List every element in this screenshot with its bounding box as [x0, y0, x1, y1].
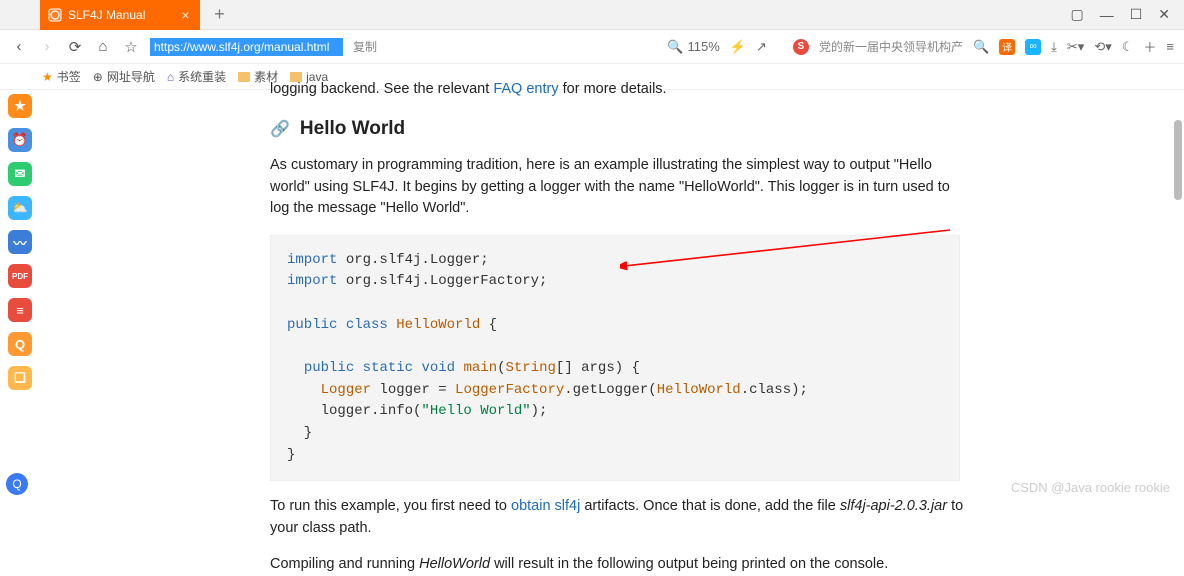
run-example-paragraph: To run this example, you first need to o… — [270, 496, 970, 540]
search-suggest-text[interactable]: 党的新一届中央领导机构产 — [819, 38, 963, 55]
hello-world-paragraph: As customary in programming tradition, h… — [270, 155, 970, 220]
sidebar-icon-6[interactable]: PDF — [8, 264, 32, 288]
share-icon[interactable]: ↗ — [756, 39, 767, 55]
page-content: logging backend. See the relevant FAQ en… — [40, 64, 1164, 501]
tab-close-icon[interactable]: × — [181, 7, 189, 23]
address-bar-input[interactable]: https://www.slf4j.org/manual.html — [150, 38, 343, 56]
copy-url-button[interactable]: 复制 — [349, 38, 377, 55]
main-menu-icon[interactable]: ≡ — [1166, 39, 1174, 54]
home-icon[interactable]: ⌂ — [94, 38, 112, 55]
tab-favicon — [48, 8, 62, 22]
undo-icon[interactable]: ⟲▾ — [1094, 39, 1111, 55]
nav-back-icon[interactable]: ‹ — [10, 38, 28, 55]
sidebar-icon-4[interactable]: ⛅ — [8, 196, 32, 220]
search-glass-icon[interactable]: 🔍 — [973, 39, 989, 55]
infinity-icon[interactable]: ∞ — [1025, 39, 1041, 55]
csdn-watermark: CSDN @Java rookie rookie — [1011, 480, 1170, 495]
window-maximize-icon[interactable]: ☐ — [1130, 6, 1143, 23]
assistant-bubble-icon[interactable]: Q — [6, 473, 28, 495]
sidebar-icon-8[interactable]: Q — [8, 332, 32, 356]
add-icon[interactable]: ＋ — [1143, 37, 1156, 56]
nav-forward-icon: › — [38, 38, 56, 55]
compile-run-paragraph: Compiling and running HelloWorld will re… — [270, 554, 970, 576]
reload-icon[interactable]: ⟳ — [66, 38, 84, 56]
sidebar-icon-3[interactable]: ✉ — [8, 162, 32, 186]
code-example: import org.slf4j.Logger; import org.slf4… — [270, 235, 960, 482]
sidebar-icon-9[interactable]: ❏ — [8, 366, 32, 390]
obtain-slf4j-link[interactable]: obtain slf4j — [511, 498, 580, 514]
zoom-level: 115% — [688, 39, 720, 54]
browser-tab[interactable]: SLF4J Manual × — [40, 0, 200, 30]
zoom-search-icon[interactable]: 🔍 — [667, 39, 683, 55]
download-icon[interactable]: ⤓ — [1051, 39, 1057, 55]
flash-icon[interactable]: ⚡ — [730, 39, 746, 55]
window-close-icon[interactable]: ✕ — [1158, 6, 1170, 23]
tab-title: SLF4J Manual — [68, 8, 145, 22]
window-minimize-icon[interactable]: — — [1100, 7, 1114, 23]
translate-icon[interactable]: 译 — [999, 39, 1015, 55]
sogou-search-icon[interactable]: S — [793, 39, 809, 55]
new-tab-button[interactable]: + — [206, 1, 234, 29]
dark-mode-icon[interactable]: ☾ — [1122, 39, 1134, 55]
anchor-link-icon[interactable]: 🔗 — [270, 119, 290, 139]
left-app-sidebar: ★ ⏰ ✉ ⛅ 〰 PDF ≡ Q ❏ — [0, 90, 40, 501]
sidebar-icon-5[interactable]: 〰 — [8, 230, 32, 254]
sidebar-icon-1[interactable]: ★ — [8, 94, 32, 118]
faq-link[interactable]: FAQ entry — [493, 81, 558, 97]
sidebar-icon-2[interactable]: ⏰ — [8, 128, 32, 152]
scissors-icon[interactable]: ✂▾ — [1067, 39, 1084, 55]
window-extra-icon[interactable]: ▢ — [1070, 6, 1083, 23]
section-heading-hello-world: Hello World — [300, 118, 405, 140]
sidebar-icon-7[interactable]: ≡ — [8, 298, 32, 322]
bookmark-star-icon[interactable]: ☆ — [122, 38, 140, 56]
page-scrollbar[interactable] — [1174, 120, 1182, 200]
intro-fragment: logging backend. See the relevant FAQ en… — [270, 79, 970, 101]
